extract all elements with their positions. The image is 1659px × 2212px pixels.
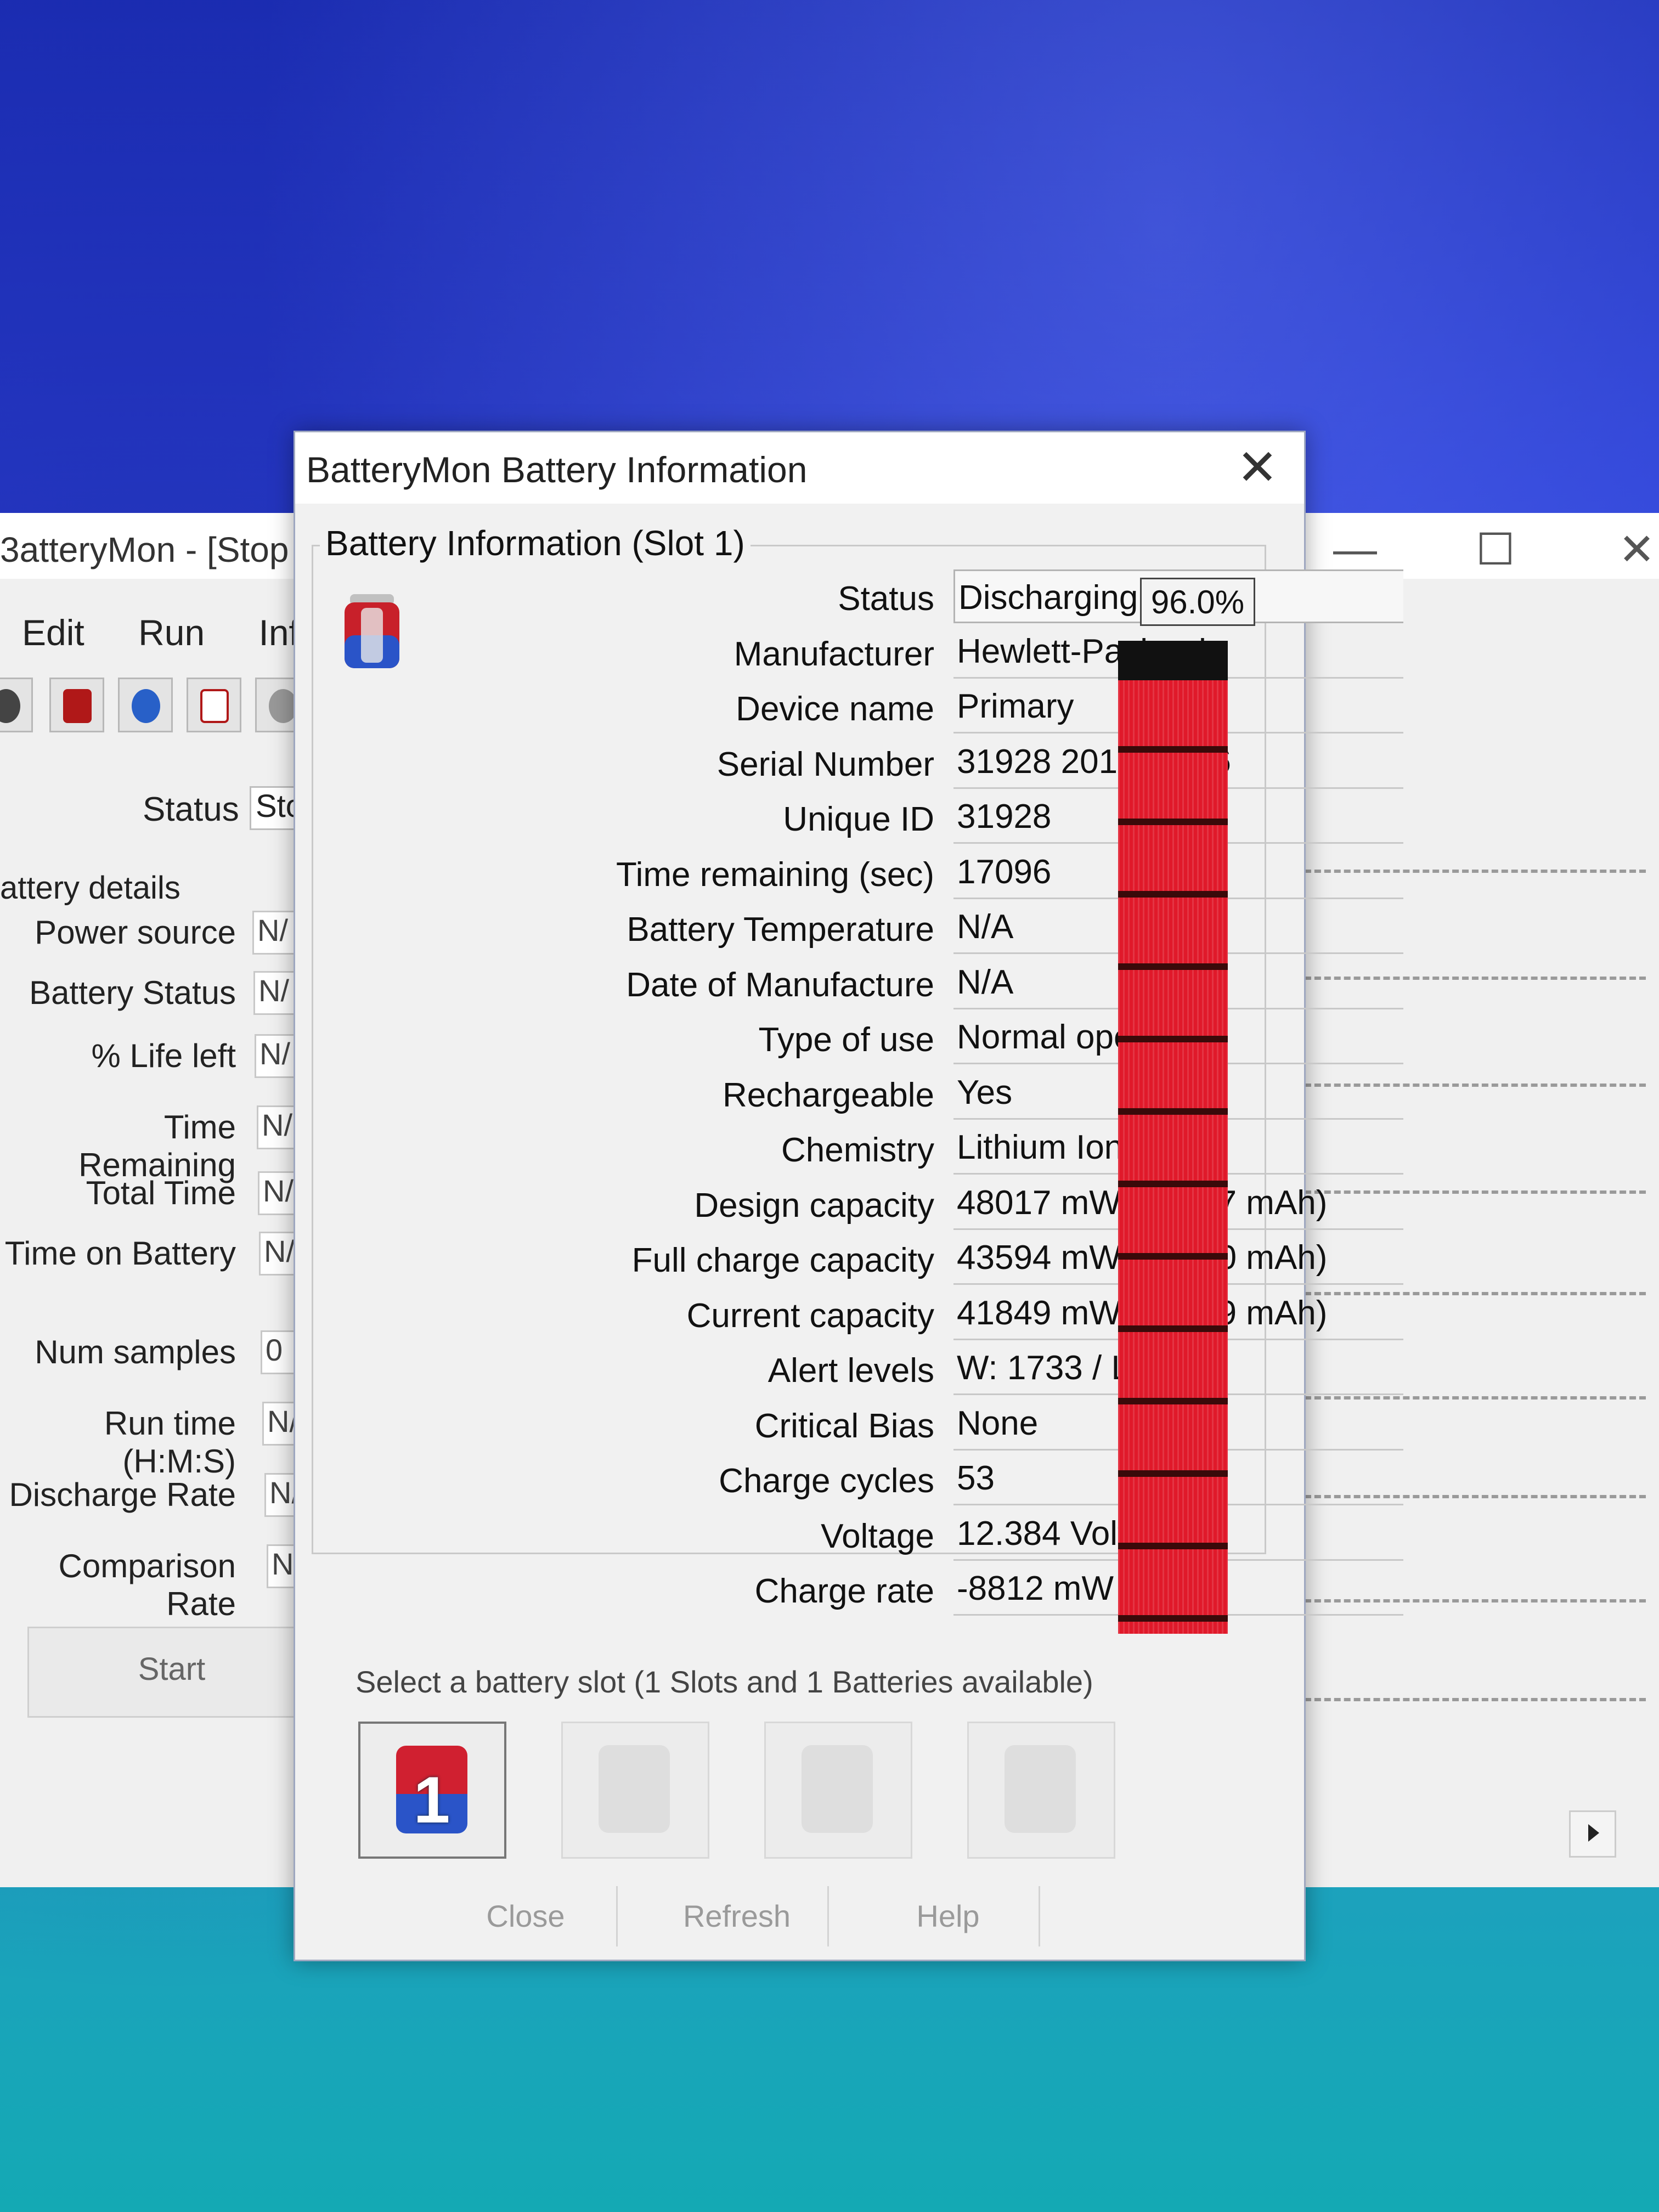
graph-gridline <box>1295 1698 1646 1701</box>
field-label: Design capacity <box>694 1187 934 1224</box>
field-label: Charge cycles <box>719 1462 934 1500</box>
toolbar-options-button[interactable] <box>118 678 173 732</box>
battery-details-group-title: attery details <box>0 870 180 906</box>
close-icon[interactable]: ✕ <box>1618 524 1655 575</box>
field-label: Status <box>838 580 934 618</box>
battery-info-group-title: Battery Information (Slot 1) <box>320 523 751 563</box>
charge-gauge-fill <box>1118 680 1228 1634</box>
menu-edit[interactable]: Edit <box>22 612 84 653</box>
slot-number: 1 <box>413 1763 450 1837</box>
time-remaining-label: Time Remaining <box>78 1109 236 1183</box>
slot-4-button[interactable] <box>967 1722 1115 1859</box>
battery-status-label: Battery Status <box>29 974 236 1011</box>
battery-icon <box>802 1745 873 1833</box>
dialog-close-icon[interactable]: ✕ <box>1227 438 1288 498</box>
refresh-button[interactable]: Refresh <box>646 1886 829 1946</box>
slot-2-button[interactable] <box>561 1722 709 1859</box>
slot-3-button[interactable] <box>764 1722 912 1859</box>
maximize-icon[interactable]: ☐ <box>1476 524 1515 575</box>
battery-icon <box>1005 1745 1076 1833</box>
help-button[interactable]: Help <box>857 1886 1040 1946</box>
slot-1-button[interactable]: 1 <box>358 1722 506 1859</box>
battery-information-dialog: BatteryMon Battery Information ✕ Battery… <box>294 431 1403 1961</box>
close-button[interactable]: Close <box>435 1886 618 1946</box>
toolbar-stop-button[interactable] <box>0 678 33 732</box>
checklist-icon <box>200 689 229 723</box>
time-on-battery-label: Time on Battery <box>4 1235 236 1272</box>
toolbar-battery-info-button[interactable] <box>49 678 104 732</box>
field-label: Unique ID <box>783 800 934 838</box>
field-label: Alert levels <box>768 1352 934 1390</box>
toolbar-log-button[interactable] <box>187 678 241 732</box>
comparison-rate-label: Comparison Rate <box>58 1548 236 1622</box>
minimize-icon[interactable]: — <box>1333 524 1377 574</box>
field-label: Manufacturer <box>733 635 934 673</box>
power-source-label: Power source <box>35 914 236 951</box>
field-label: Type of use <box>758 1021 934 1059</box>
menu-run[interactable]: Run <box>138 612 205 653</box>
field-label: Full charge capacity <box>631 1242 934 1279</box>
battery-icon <box>63 689 92 723</box>
gear-icon <box>132 689 160 723</box>
num-samples-label: Num samples <box>35 1334 236 1370</box>
main-window-title: 3atteryMon - [Stop <box>0 530 289 569</box>
dialog-title: BatteryMon Battery Information <box>306 449 808 490</box>
field-label: Current capacity <box>686 1297 934 1335</box>
start-button[interactable]: Start <box>27 1627 316 1718</box>
field-label: Charge rate <box>754 1572 934 1610</box>
scroll-right-button[interactable] <box>1569 1810 1616 1858</box>
status-label: Status <box>143 791 239 828</box>
field-label: Time remaining (sec) <box>616 856 934 894</box>
slot-select-label: Select a battery slot (1 Slots and 1 Bat… <box>356 1664 1093 1699</box>
dialog-titlebar: BatteryMon Battery Information ✕ <box>295 432 1304 504</box>
field-label: Battery Temperature <box>627 911 934 949</box>
charge-gauge <box>1118 641 1228 1634</box>
discharge-rate-label: Discharge Rate <box>9 1476 236 1513</box>
field-label: Serial Number <box>716 746 934 783</box>
field-label: Device name <box>736 690 934 728</box>
run-time-label: Run time (H:M:S) <box>104 1405 236 1480</box>
charge-percent-label: 96.0% <box>1140 578 1255 626</box>
total-time-label: Total Time <box>86 1175 236 1211</box>
battery-icon <box>599 1745 670 1833</box>
life-left-label: % Life left <box>91 1037 236 1074</box>
field-label: Chemistry <box>781 1131 934 1169</box>
field-label: Voltage <box>821 1517 934 1555</box>
battery-icon: 1 <box>396 1746 467 1837</box>
field-label: Rechargeable <box>722 1076 934 1114</box>
field-label: Date of Manufacture <box>626 966 934 1004</box>
toolbar <box>0 678 310 738</box>
field-label: Critical Bias <box>754 1407 934 1445</box>
